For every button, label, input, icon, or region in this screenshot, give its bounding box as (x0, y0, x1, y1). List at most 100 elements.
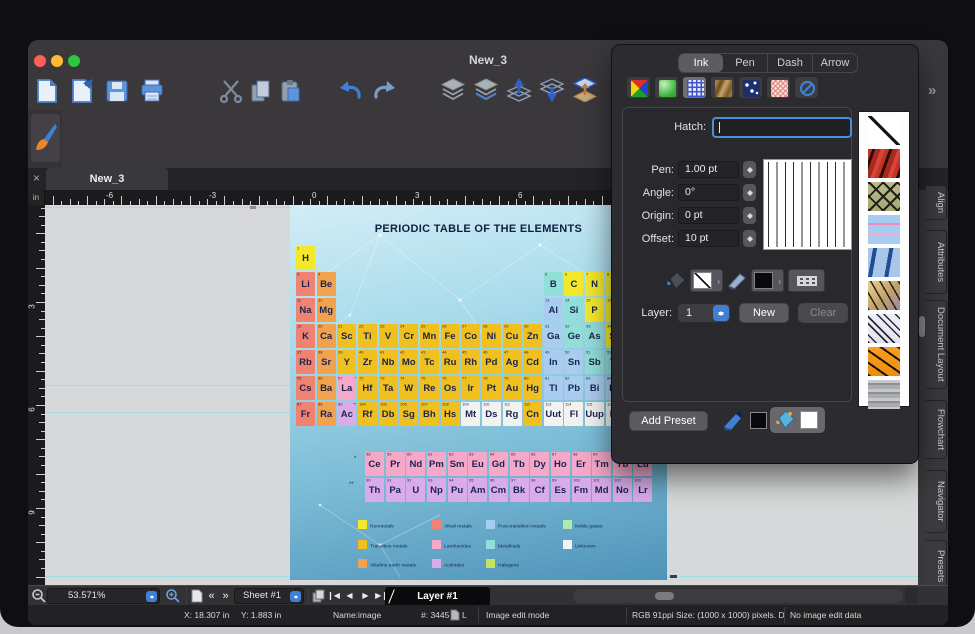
offset-field[interactable]: 10 pt (678, 230, 739, 247)
angle-field[interactable]: 0° (678, 184, 739, 201)
new-layer-button[interactable]: New (739, 303, 789, 323)
hatch-swatch-lavender-hatching[interactable] (868, 314, 900, 343)
undo-icon[interactable] (338, 78, 364, 104)
open-document-icon[interactable] (69, 78, 95, 104)
origin-stepper[interactable] (743, 207, 756, 224)
fill-mode-segment[interactable] (770, 407, 825, 433)
element-Y: 39Y (337, 350, 356, 374)
toolbar-overflow-icon[interactable]: » (928, 82, 934, 99)
ink-type-pattern-button[interactable] (738, 76, 763, 99)
palette-tab-attributes[interactable]: Attributes (926, 230, 947, 294)
offset-stepper[interactable] (743, 230, 756, 247)
new-document-icon[interactable] (34, 78, 60, 104)
element-Sg: 106Sg (399, 402, 418, 426)
tab-ink[interactable]: Ink (679, 54, 723, 72)
ink-type-texture-button[interactable] (710, 76, 735, 99)
angle-stepper[interactable] (743, 184, 756, 201)
sheet-selector-field[interactable]: Sheet #1 (234, 588, 304, 604)
origin-field[interactable]: 0 pt (678, 207, 739, 224)
redo-icon[interactable] (371, 78, 397, 104)
selection-handle[interactable] (670, 575, 677, 578)
pattern-picker-button[interactable] (788, 269, 825, 292)
fill-color-well[interactable] (800, 411, 818, 429)
tab-arrow[interactable]: Arrow (813, 54, 857, 72)
sheet-dropdown-icon[interactable] (290, 591, 301, 602)
bring-to-front-icon[interactable] (473, 78, 499, 104)
element-Cu: 29Cu (503, 324, 522, 348)
element-Cd: 48Cd (523, 350, 542, 374)
move-layer-down-icon[interactable] (539, 78, 565, 104)
clear-layer-button[interactable]: Clear (798, 303, 848, 323)
brush-tool-button[interactable] (31, 114, 60, 162)
ink-type-hatch-button[interactable] (682, 76, 707, 99)
scrollbar-thumb[interactable] (655, 592, 674, 600)
hatch-swatch-red-brush-strokes[interactable] (868, 149, 900, 178)
hatch-swatch-blue-pink-lines[interactable] (868, 215, 900, 244)
zoom-level-field[interactable]: 53.571% (47, 588, 160, 604)
periodic-table-image[interactable]: PERIODIC TABLE OF THE ELEMENTS 1H3Li4Be5… (290, 205, 667, 580)
next-sheet-icon[interactable]: » (218, 588, 233, 604)
ink-type-crosshatch-button[interactable] (766, 76, 791, 99)
legend-label: Alkali metals (444, 523, 472, 529)
move-layer-up-icon[interactable] (506, 78, 532, 104)
document-tab[interactable]: New_3 (46, 168, 168, 190)
first-layer-icon[interactable]: ❙◀ (326, 588, 341, 604)
hatch-swatch-blue-strokes[interactable] (868, 248, 900, 277)
selection-handle[interactable] (250, 206, 256, 209)
hatch-swatch-gray-stripes[interactable] (868, 380, 900, 409)
copy-icon[interactable] (248, 78, 274, 104)
zoom-dropdown-icon[interactable] (146, 591, 157, 602)
previous-layer-icon[interactable]: ◀ (342, 588, 357, 604)
hatch-swatch-olive-lattice[interactable] (868, 182, 900, 211)
legend-swatch (486, 559, 495, 568)
brush-handle (44, 124, 57, 142)
element-Tl: 81Tl (544, 376, 563, 400)
element-Db: 105Db (379, 402, 398, 426)
send-to-back-icon[interactable] (440, 78, 466, 104)
ink-type-gradient-button[interactable] (654, 76, 679, 99)
tab-dash[interactable]: Dash (768, 54, 813, 72)
palette-tab-document-layout[interactable]: Document Layout (926, 300, 947, 389)
horizontal-scrollbar[interactable] (573, 589, 903, 603)
pen-width-field[interactable]: 1.00 pt (678, 161, 739, 178)
ruler-tick (36, 577, 45, 578)
print-icon[interactable] (139, 78, 165, 104)
pen-width-stepper[interactable] (743, 161, 756, 178)
palette-tab-navigator[interactable]: Navigator (926, 470, 947, 533)
cut-icon[interactable] (218, 78, 244, 104)
fill-swatch-button[interactable]: › (690, 269, 723, 292)
close-tab-icon[interactable]: × (33, 171, 40, 185)
layer-dropdown[interactable]: 1 (677, 303, 731, 323)
pen-color-well[interactable] (750, 412, 767, 429)
ruler-unit-label[interactable]: in (28, 190, 45, 205)
save-document-icon[interactable] (104, 78, 130, 104)
next-layer-icon[interactable]: ▶ (358, 588, 373, 604)
palette-tab-flowchart[interactable]: Flowchart (926, 400, 947, 459)
element-K: 19K (296, 324, 315, 348)
paste-icon[interactable] (278, 78, 304, 104)
ruler-tick (36, 268, 45, 269)
hatch-swatch-single-diagonal-line[interactable] (868, 116, 900, 145)
element-Bk: 97Bk (510, 478, 529, 502)
scrollbar-thumb[interactable] (919, 316, 925, 337)
hatch-swatch-list[interactable] (858, 111, 910, 407)
legend-swatch (358, 520, 367, 529)
ink-type-no-ink-button[interactable] (794, 76, 819, 99)
stroke-swatch-button[interactable]: › (751, 269, 784, 292)
layer-tab[interactable]: Layer #1 (385, 587, 490, 606)
canvas-vertical-scrollbar[interactable] (918, 205, 926, 585)
ruler-label: -6 (106, 191, 113, 200)
ruler-tick (36, 336, 45, 337)
add-preset-button[interactable]: Add Preset (629, 411, 708, 431)
previous-sheet-icon[interactable]: « (204, 588, 219, 604)
hatch-name-input[interactable] (712, 117, 852, 138)
ink-type-color-button[interactable] (626, 76, 651, 99)
hatch-swatch-tan-diagonals[interactable] (868, 281, 900, 310)
swap-layers-icon[interactable] (572, 78, 598, 104)
palette-tab-align[interactable]: Align (926, 185, 947, 220)
pen-tool-icon[interactable] (722, 410, 745, 436)
tab-pen[interactable]: Pen (723, 54, 768, 72)
ruler-label: 0 (312, 191, 316, 200)
hatch-swatch-orange-diagonals[interactable] (868, 347, 900, 376)
element-Bi: 83Bi (585, 376, 604, 400)
